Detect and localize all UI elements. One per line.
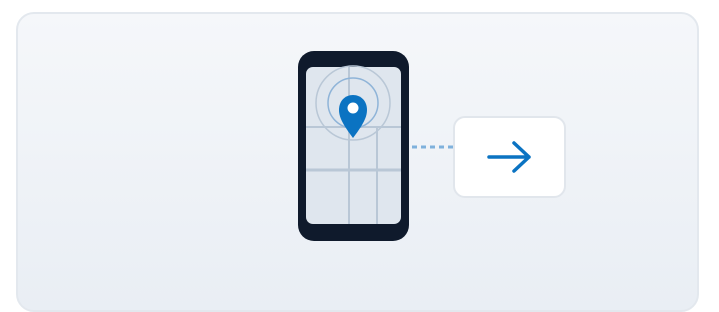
arrow-tile: [453, 116, 566, 198]
arrow-right-icon: [486, 141, 531, 173]
location-illustration: [298, 51, 453, 241]
smartphone-map-icon: [298, 51, 409, 241]
